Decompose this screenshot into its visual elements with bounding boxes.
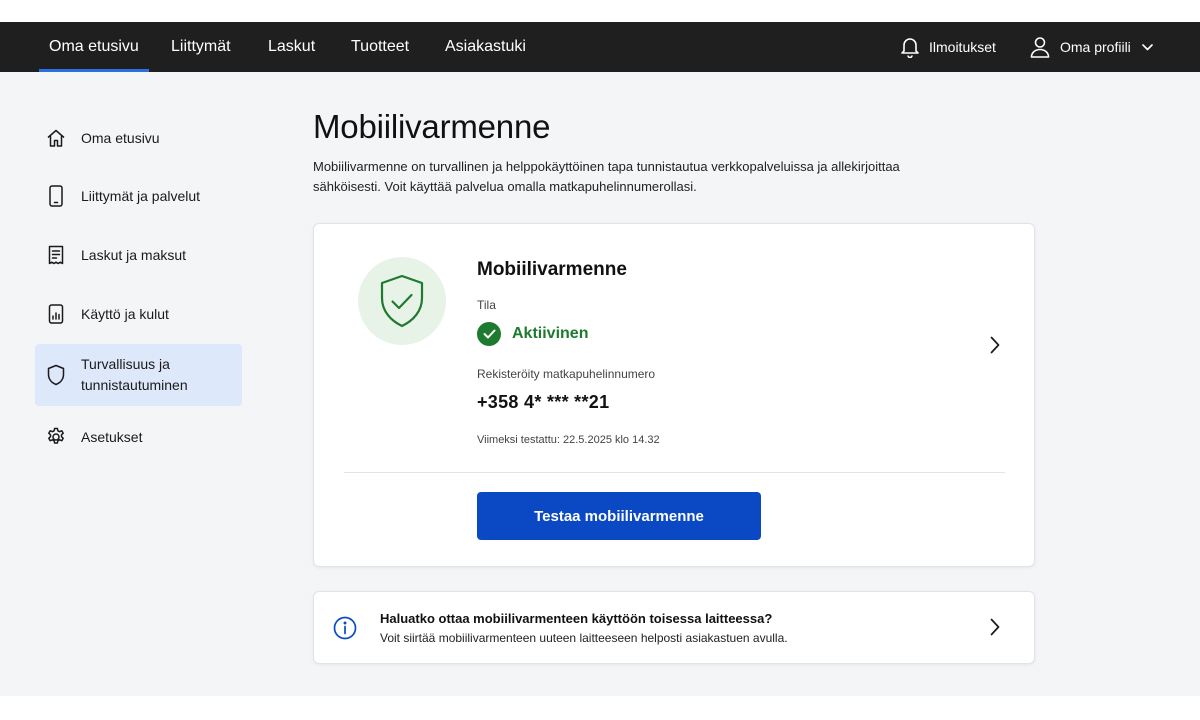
sidebar-item-kaytto-ja-kulut[interactable]: Käyttö ja kulut (35, 302, 242, 326)
usage-icon (46, 303, 66, 325)
check-circle-icon (477, 322, 501, 346)
shield-check-badge (358, 257, 446, 345)
info-description: Voit siirtää mobiilivarmenteen uuteen la… (380, 631, 788, 645)
notifications-button[interactable]: Ilmoitukset (900, 22, 996, 72)
sidebar-item-asetukset[interactable]: Asetukset (35, 425, 242, 449)
phone-number-value: +358 4* *** **21 (477, 392, 610, 412)
transfer-info-card[interactable]: Haluatko ottaa mobiilivarmenteen käyttöö… (313, 591, 1035, 664)
last-tested-text: Viimeksi testattu: 22.5.2025 klo 14.32 (477, 434, 660, 446)
mobile-certificate-card: Mobiilivarmenne Tila Aktiivinen Rekister… (313, 223, 1035, 567)
sidebar-item-turvallisuus-ja-tunnistautuminen[interactable]: Turvallisuus ja tunnistautuminen (35, 344, 242, 406)
sidebar-item-label: Turvallisuus ja tunnistautuminen (81, 354, 188, 396)
phone-number-label: Rekisteröity matkapuhelinnumero (477, 367, 656, 381)
chevron-down-icon (1141, 43, 1153, 51)
user-icon (1030, 36, 1050, 58)
invoice-icon (46, 244, 66, 266)
info-icon (333, 616, 357, 645)
nav-item-laskut[interactable]: Laskut (268, 22, 315, 72)
gear-icon (46, 426, 66, 448)
sidebar-item-label: Liittymät ja palvelut (81, 187, 201, 204)
info-title: Haluatko ottaa mobiilivarmenteen käyttöö… (380, 611, 773, 626)
chevron-right-icon[interactable] (990, 336, 1000, 359)
card-title: Mobiilivarmenne (477, 259, 627, 280)
page-description-line2: sähköisesti. Voit käyttää palvelua omall… (313, 179, 697, 194)
sidebar-item-label: Oma etusivu (81, 129, 160, 146)
bell-icon (900, 36, 920, 58)
sidebar-label-line1: Turvallisuus ja (81, 356, 170, 372)
status-row: Aktiivinen (477, 322, 588, 346)
status-label: Tila (477, 298, 496, 312)
sidebar-label-line2: tunnistautuminen (81, 377, 188, 393)
shield-icon (46, 364, 66, 386)
nav-item-liittymat[interactable]: Liittymät (171, 22, 231, 72)
sidebar-item-label: Käyttö ja kulut (81, 305, 169, 322)
nav-item-asiakastuki[interactable]: Asiakastuki (445, 22, 526, 72)
profile-menu-button[interactable]: Oma profiili (1030, 22, 1153, 72)
notifications-label: Ilmoitukset (929, 39, 996, 55)
sidebar-item-liittymat-ja-palvelut[interactable]: Liittymät ja palvelut (35, 184, 242, 208)
page-description: Mobiilivarmenne on turvallinen ja helppo… (313, 157, 953, 197)
sidebar-item-laskut-ja-maksut[interactable]: Laskut ja maksut (35, 243, 242, 267)
sidebar-item-oma-etusivu[interactable]: Oma etusivu (35, 126, 242, 150)
page-title: Mobiilivarmenne (313, 108, 551, 145)
sidebar-item-label: Asetukset (81, 428, 143, 445)
sidebar-item-label: Laskut ja maksut (81, 246, 187, 263)
profile-label: Oma profiili (1060, 39, 1131, 55)
shield-check-icon (380, 274, 424, 328)
top-navigation-bar: Oma etusivu Liittymät Laskut Tuotteet As… (0, 22, 1200, 72)
card-divider (344, 472, 1005, 473)
chevron-right-icon[interactable] (990, 618, 1000, 641)
page-description-line1: Mobiilivarmenne on turvallinen ja helppo… (313, 159, 900, 174)
nav-item-tuotteet[interactable]: Tuotteet (351, 22, 409, 72)
phone-icon (46, 185, 66, 207)
nav-item-oma-etusivu[interactable]: Oma etusivu (39, 22, 149, 72)
test-mobile-certificate-button[interactable]: Testaa mobiilivarmenne (477, 492, 761, 540)
status-value: Aktiivinen (512, 325, 589, 342)
home-icon (46, 127, 66, 149)
